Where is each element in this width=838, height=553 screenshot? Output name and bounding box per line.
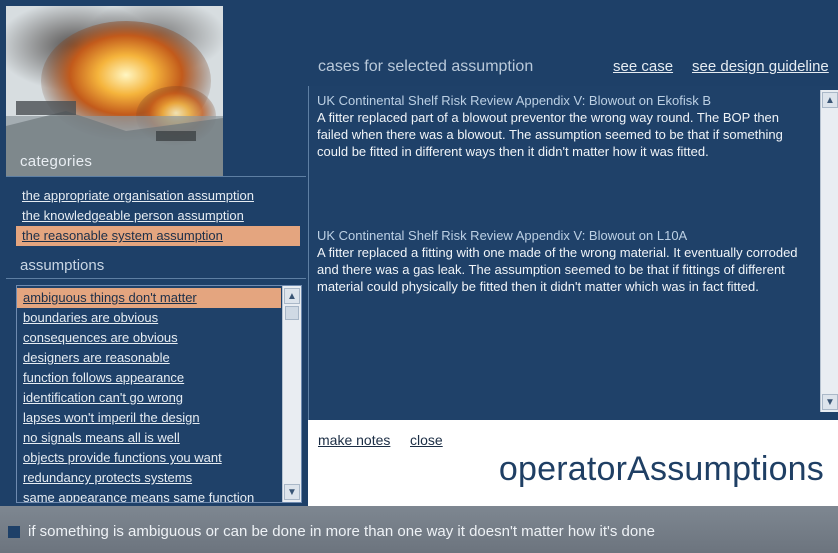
assumption-item[interactable]: boundaries are obvious <box>17 308 281 328</box>
category-item[interactable]: the knowledgeable person assumption <box>16 206 300 226</box>
case-body: A fitter replaced a fitting with one mad… <box>317 245 798 294</box>
scroll-up-icon[interactable]: ▲ <box>822 92 838 108</box>
see-case-link[interactable]: see case <box>613 58 673 75</box>
divider <box>6 278 306 279</box>
header-photo: categories <box>6 6 223 176</box>
case-body: A fitter replaced part of a blowout prev… <box>317 110 783 159</box>
close-link[interactable]: close <box>410 432 443 448</box>
category-item[interactable]: the appropriate organisation assumption <box>16 186 300 206</box>
cases-panel: UK Continental Shelf Risk Review Appendi… <box>308 86 838 420</box>
scroll-thumb[interactable] <box>285 306 299 320</box>
assumptions-scrollbar[interactable]: ▲ ▼ <box>282 286 301 502</box>
categories-list: the appropriate organisation assumption … <box>16 186 300 246</box>
assumptions-heading: assumptions <box>20 257 105 274</box>
fire-photo-image <box>6 6 223 176</box>
assumption-item[interactable]: redundancy protects systems <box>17 468 281 488</box>
scroll-down-icon[interactable]: ▼ <box>822 394 838 410</box>
assumption-item[interactable]: identification can't go wrong <box>17 388 281 408</box>
cases-scrollbar[interactable]: ▲ ▼ <box>820 90 838 412</box>
status-text: if something is ambiguous or can be done… <box>28 523 655 540</box>
assumptions-listbox[interactable]: ambiguous things don't matter boundaries… <box>16 285 302 503</box>
make-notes-link[interactable]: make notes <box>318 432 390 448</box>
case-entry: UK Continental Shelf Risk Review Appendi… <box>317 227 799 295</box>
notes-area: make notes close operatorAssumptions <box>308 420 838 506</box>
divider <box>6 176 306 177</box>
assumption-item[interactable]: designers are reasonable <box>17 348 281 368</box>
assumption-item[interactable]: no signals means all is well <box>17 428 281 448</box>
status-bar: if something is ambiguous or can be done… <box>0 506 838 553</box>
assumption-item-selected[interactable]: ambiguous things don't matter <box>17 288 281 308</box>
assumption-item[interactable]: same appearance means same function <box>17 488 281 502</box>
cases-heading: cases for selected assumption <box>318 58 534 75</box>
assumption-item[interactable]: objects provide functions you want <box>17 448 281 468</box>
assumption-item[interactable]: consequences are obvious <box>17 328 281 348</box>
scroll-down-icon[interactable]: ▼ <box>284 484 300 500</box>
category-item-selected[interactable]: the reasonable system assumption <box>16 226 300 246</box>
case-entry: UK Continental Shelf Risk Review Appendi… <box>317 92 799 160</box>
status-square-icon <box>8 526 20 538</box>
categories-heading: categories <box>20 153 93 170</box>
see-design-guideline-link[interactable]: see design guideline <box>692 58 829 75</box>
scroll-up-icon[interactable]: ▲ <box>284 288 300 304</box>
app-brand-title: operatorAssumptions <box>498 450 824 488</box>
assumption-item[interactable]: lapses won't imperil the design <box>17 408 281 428</box>
case-title: UK Continental Shelf Risk Review Appendi… <box>317 93 712 108</box>
assumption-item[interactable]: function follows appearance <box>17 368 281 388</box>
case-title: UK Continental Shelf Risk Review Appendi… <box>317 228 688 243</box>
